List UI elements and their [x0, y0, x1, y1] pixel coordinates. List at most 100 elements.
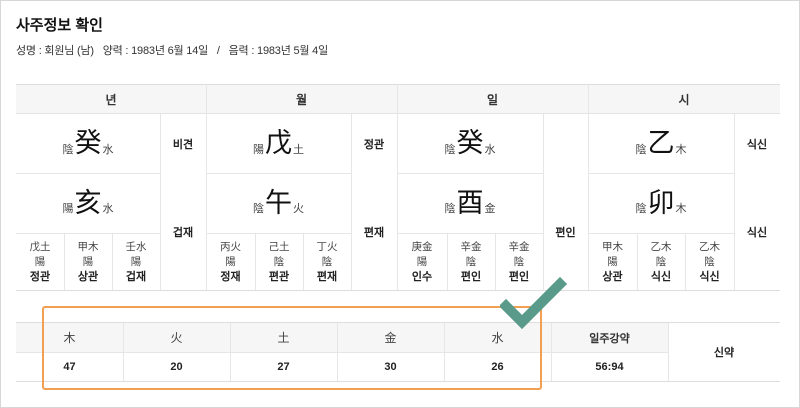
- year-stem: 陰 癸 水: [16, 114, 160, 173]
- hidden-gan: 辛金: [508, 240, 530, 253]
- lunar-date: 음력 : 1983년 5월 4일: [228, 45, 329, 57]
- hidden-yinyang: 陰: [655, 255, 667, 268]
- hidden-god: 식신: [650, 270, 672, 283]
- pillar-header-day: 일: [397, 84, 588, 114]
- month-stem-god: 정관: [363, 138, 385, 151]
- day-hidden-1: 庚金 陽 인수: [397, 233, 447, 291]
- day-branch-yinyang: 陰: [444, 202, 456, 215]
- month-branch-char: 午: [265, 187, 292, 219]
- month-branch-element: 火: [293, 202, 304, 215]
- year-stem-god: 비견: [172, 138, 194, 151]
- pillar-header-month: 월: [206, 84, 397, 114]
- solar-date: 양력 : 1983년 6월 14일: [102, 45, 209, 57]
- hidden-yinyang: 陽: [34, 255, 46, 268]
- hour-hidden-2: 乙木 陰 식신: [637, 233, 685, 291]
- hidden-gan: 辛金: [460, 240, 482, 253]
- hidden-god: 상관: [77, 270, 99, 283]
- hour-branch-element: 木: [675, 202, 687, 215]
- year-hidden-1: 戊土 陽 정관: [16, 233, 64, 291]
- hour-stem: 陰 乙 木: [588, 114, 734, 173]
- month-branch: 陰 午 火: [206, 173, 351, 233]
- pillar-header-year: 년: [16, 84, 206, 114]
- hidden-yinyang: 陽: [416, 255, 428, 268]
- month-branch-god: 편재: [363, 227, 385, 239]
- month-hidden-2: 己土 陰 편관: [255, 233, 303, 291]
- hidden-gan: 甲木: [602, 240, 623, 253]
- name-info: 성명 : 회원님 (남): [16, 45, 94, 57]
- hidden-god: 편재: [316, 270, 338, 283]
- hidden-gan: 庚金: [411, 240, 433, 253]
- day-branch-element: 金: [484, 202, 496, 215]
- strength-result: 신약: [713, 347, 735, 359]
- page-title: 사주정보 확인: [16, 17, 103, 34]
- hidden-yinyang: 陽: [225, 255, 236, 268]
- hour-stem-god: 식신: [746, 138, 768, 151]
- hour-branch-yinyang: 陰: [635, 202, 647, 215]
- day-stem: 陰 癸 水: [397, 114, 543, 173]
- hidden-god: 상관: [602, 270, 623, 283]
- hidden-god: 식신: [699, 270, 720, 283]
- hidden-gan: 乙木: [650, 240, 672, 253]
- year-branch-god: 겁재: [172, 227, 194, 239]
- hidden-god: 편관: [268, 270, 290, 283]
- month-stem-element: 土: [293, 142, 304, 156]
- hidden-yinyang: 陽: [607, 255, 618, 268]
- hidden-gan: 戊土: [29, 240, 51, 253]
- year-branch-char: 亥: [74, 187, 102, 219]
- date-separator: /: [216, 45, 220, 57]
- hidden-yinyang: 陰: [273, 255, 285, 268]
- hour-stem-element: 木: [675, 142, 687, 156]
- saju-table: 년 월 일 시 陰 癸 水 비견 陽 亥 水 겁재 戊土 陽 정관 甲木 陽 상…: [16, 84, 780, 291]
- hidden-gan: 甲木: [77, 240, 99, 253]
- hidden-god: 정재: [220, 270, 241, 283]
- hour-branch-char: 卯: [647, 187, 675, 219]
- hidden-yinyang: 陰: [704, 255, 715, 268]
- day-stem-element: 水: [484, 142, 496, 156]
- day-stem-char: 癸: [456, 128, 484, 159]
- day-branch: 陰 酉 金: [397, 173, 543, 233]
- day-branch-god: 편인: [555, 227, 576, 239]
- hidden-god: 인수: [411, 270, 433, 283]
- hidden-yinyang: 陰: [465, 255, 477, 268]
- day-stem-god: [543, 114, 588, 173]
- year-stem-char: 癸: [74, 128, 102, 159]
- year-hidden-3: 壬水 陽 겁재: [112, 233, 160, 291]
- birth-info: 성명 : 회원님 (남) 양력 : 1983년 6월 14일 / 음력 : 19…: [16, 42, 334, 58]
- hidden-god: 편인: [460, 270, 482, 283]
- day-hidden-2: 辛金 陰 편인: [447, 233, 495, 291]
- pillar-header-hour: 시: [588, 84, 780, 114]
- year-stem-yinyang: 陰: [62, 142, 74, 156]
- month-branch-yinyang: 陰: [253, 202, 264, 215]
- year-branch-element: 水: [102, 202, 114, 215]
- hour-branch: 陰 卯 木: [588, 173, 734, 233]
- hour-stem-char: 乙: [647, 128, 675, 159]
- year-hidden-2: 甲木 陽 상관: [64, 233, 112, 291]
- highlight-box: [42, 306, 542, 390]
- day-branch-char: 酉: [456, 187, 484, 219]
- year-stem-element: 水: [102, 142, 114, 156]
- hidden-gan: 己土: [268, 240, 290, 253]
- hour-hidden-1: 甲木 陽 상관: [588, 233, 637, 291]
- hidden-god: 정관: [29, 270, 51, 283]
- hidden-god: 겁재: [125, 270, 147, 283]
- month-stem-yinyang: 陽: [253, 142, 264, 156]
- month-hidden-1: 丙火 陽 정재: [206, 233, 255, 291]
- hour-hidden-3: 乙木 陰 식신: [685, 233, 734, 291]
- strength-ratio: 56:94: [595, 361, 624, 373]
- month-stem-char: 戊: [265, 128, 292, 159]
- hidden-yinyang: 陰: [513, 255, 525, 268]
- strength-header: 일주강약: [551, 323, 668, 352]
- year-branch: 陽 亥 水: [16, 173, 160, 233]
- year-branch-yinyang: 陽: [62, 202, 74, 215]
- hidden-yinyang: 陰: [321, 255, 333, 268]
- hidden-yinyang: 陽: [82, 255, 94, 268]
- hidden-gan: 壬水: [125, 240, 147, 253]
- hidden-gan: 丙火: [220, 240, 241, 253]
- month-stem: 陽 戊 土: [206, 114, 351, 173]
- hour-branch-god: 식신: [746, 227, 768, 239]
- hidden-gan: 乙木: [699, 240, 720, 253]
- check-icon: [500, 276, 568, 330]
- month-hidden-3: 丁火 陰 편재: [303, 233, 351, 291]
- hour-stem-yinyang: 陰: [635, 142, 647, 156]
- hidden-gan: 丁火: [316, 240, 338, 253]
